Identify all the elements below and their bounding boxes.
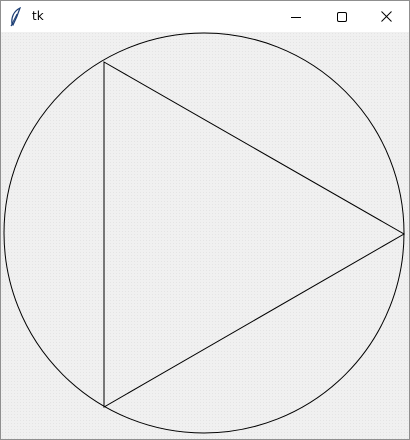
- minimize-icon: [291, 12, 301, 22]
- close-button[interactable]: [363, 1, 409, 32]
- title-bar[interactable]: tk: [1, 1, 409, 32]
- window-title: tk: [32, 9, 44, 23]
- maximize-button[interactable]: [319, 1, 365, 32]
- minimize-button[interactable]: [273, 1, 319, 32]
- close-icon: [380, 11, 392, 22]
- app-window: tk: [0, 0, 410, 440]
- drawing-canvas[interactable]: [1, 32, 409, 439]
- feather-icon: [8, 6, 24, 27]
- circle-shape: [3, 32, 405, 434]
- maximize-icon: [337, 11, 347, 22]
- triangle-shape: [103, 61, 406, 408]
